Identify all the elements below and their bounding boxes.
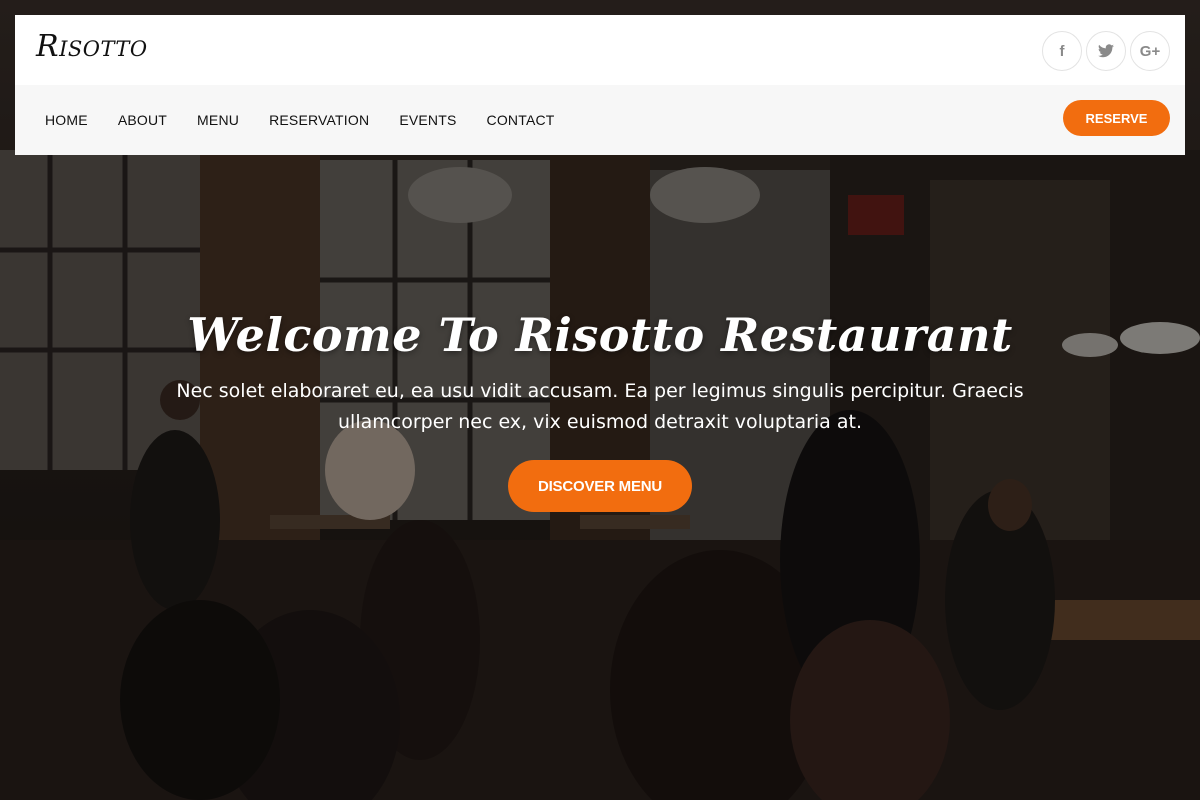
hero-content: Welcome To Risotto Restaurant Nec solet … xyxy=(0,308,1200,512)
main-nav: HOME ABOUT MENU RESERVATION EVENTS CONTA… xyxy=(45,85,585,155)
header-top-bar: Risotto f G+ xyxy=(15,15,1185,85)
nav-item-events[interactable]: EVENTS xyxy=(399,112,456,128)
facebook-icon[interactable]: f xyxy=(1042,31,1082,71)
nav-item-contact[interactable]: CONTACT xyxy=(487,112,555,128)
twitter-icon[interactable] xyxy=(1086,31,1126,71)
twitter-bird-glyph xyxy=(1098,44,1114,58)
site-logo[interactable]: Risotto xyxy=(36,29,148,64)
site-header: Risotto f G+ HOME ABOUT MENU RESERVATION… xyxy=(15,15,1185,155)
google-plus-icon[interactable]: G+ xyxy=(1130,31,1170,71)
nav-item-about[interactable]: ABOUT xyxy=(118,112,167,128)
nav-item-home[interactable]: HOME xyxy=(45,112,88,128)
discover-menu-button[interactable]: DISCOVER MENU xyxy=(508,460,692,512)
reserve-button[interactable]: RESERVE xyxy=(1063,100,1170,136)
main-navigation-bar: HOME ABOUT MENU RESERVATION EVENTS CONTA… xyxy=(15,85,1185,155)
hero-title: Welcome To Risotto Restaurant xyxy=(187,308,1013,362)
social-links: f G+ xyxy=(1042,31,1170,71)
nav-item-menu[interactable]: MENU xyxy=(197,112,239,128)
hero-description: Nec solet elaboraret eu, ea usu vidit ac… xyxy=(176,380,1024,433)
nav-item-reservation[interactable]: RESERVATION xyxy=(269,112,369,128)
